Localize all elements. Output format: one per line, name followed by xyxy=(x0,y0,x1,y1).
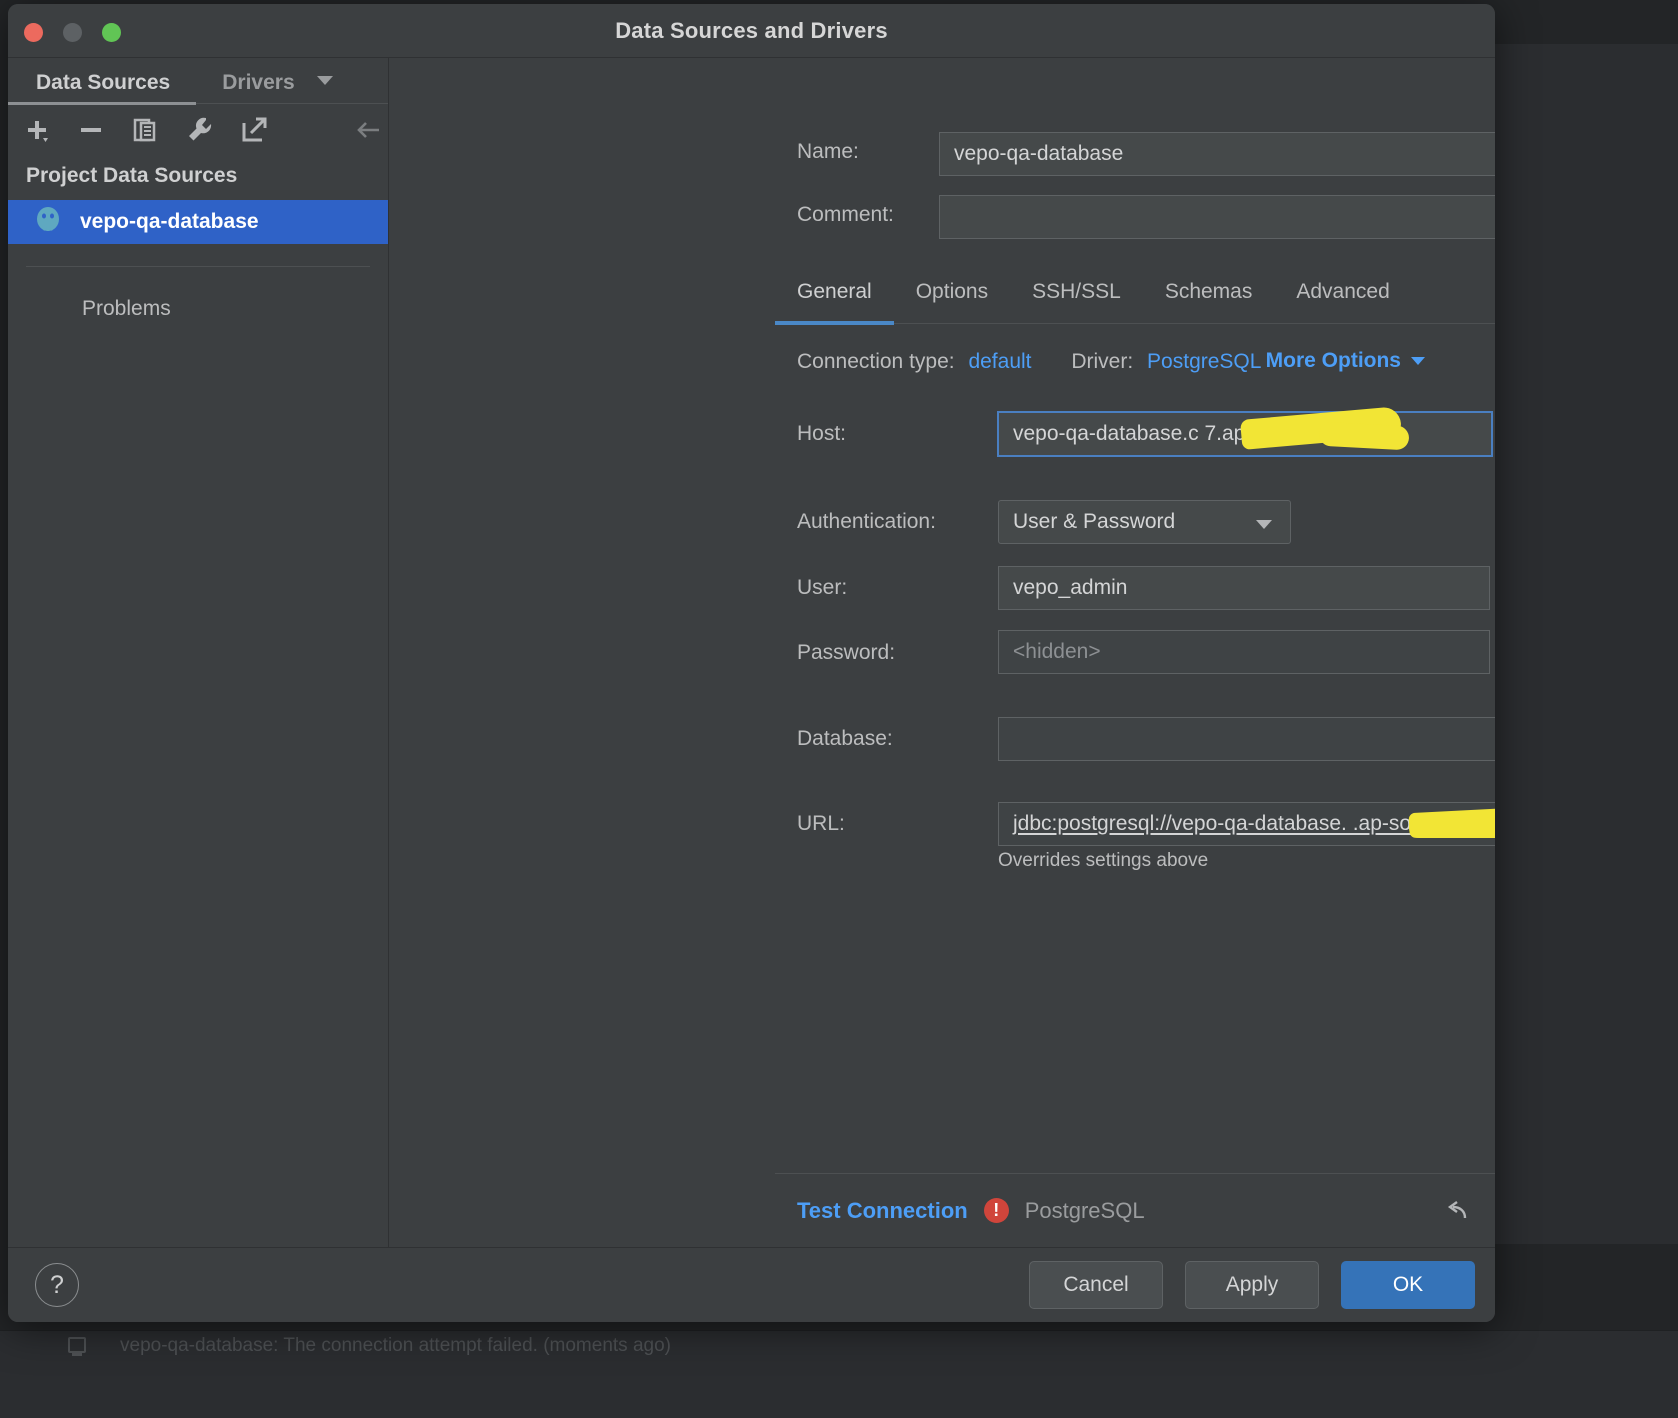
more-options-button[interactable]: More Options xyxy=(1266,349,1425,373)
comment-input[interactable] xyxy=(939,195,1495,239)
host-label: Host: xyxy=(797,422,847,445)
sidebar-item-label: vepo-qa-database xyxy=(80,210,259,233)
database-label: Database: xyxy=(797,727,893,750)
user-input-value: vepo_admin xyxy=(1013,576,1128,599)
user-label: User: xyxy=(797,576,848,599)
tab-drivers[interactable]: Drivers xyxy=(218,58,298,104)
authentication-value: User & Password xyxy=(1013,510,1176,533)
tab-schemas[interactable]: Schemas xyxy=(1143,270,1275,324)
comment-label: Comment: xyxy=(797,203,894,226)
url-hint: Overrides settings above xyxy=(998,850,1209,871)
url-input-value: jdbc:postgresql://vepo-qa-database. .ap-… xyxy=(1013,812,1495,835)
sidebar-section-title: Project Data Sources xyxy=(26,164,238,187)
tab-options[interactable]: Options xyxy=(894,270,1010,324)
dialog-body: Data Sources Drivers Project Data Source… xyxy=(8,58,1495,1247)
screen: vepo-qa-database: The connection attempt… xyxy=(0,0,1678,1418)
add-icon[interactable] xyxy=(22,113,56,147)
authentication-label: Authentication: xyxy=(797,510,936,533)
dialog-title: Data Sources and Drivers xyxy=(615,18,888,43)
more-options-label: More Options xyxy=(1265,349,1401,372)
share-icon[interactable] xyxy=(238,113,272,147)
test-driver-name: PostgreSQL xyxy=(1024,1197,1145,1223)
database-icon xyxy=(68,1337,86,1356)
dialog-footer: ? Cancel Apply OK xyxy=(8,1247,1495,1322)
host-input[interactable]: vepo-qa-database.c 7.ap-so xyxy=(997,411,1493,457)
tab-ssh-ssl[interactable]: SSH/SSL xyxy=(1010,270,1143,324)
sidebar-tabs: Data Sources Drivers xyxy=(8,58,388,105)
detail-panel: Name: vepo-qa-database Create DDL Mappin… xyxy=(389,58,1495,1247)
chevron-down-icon xyxy=(1256,520,1272,529)
database-input[interactable] xyxy=(998,717,1495,761)
name-label: Name: xyxy=(797,140,859,163)
cancel-button[interactable]: Cancel xyxy=(1029,1261,1163,1309)
remove-icon[interactable] xyxy=(76,113,110,147)
error-icon: ! xyxy=(983,1198,1009,1223)
ok-button[interactable]: OK xyxy=(1341,1261,1475,1309)
connection-type-value[interactable]: default xyxy=(968,350,1031,373)
password-placeholder: <hidden> xyxy=(1013,640,1101,663)
driver-value[interactable]: PostgreSQL xyxy=(1147,350,1261,373)
sidebar-item-vepo-qa-database[interactable]: vepo-qa-database xyxy=(8,200,388,244)
name-input-value: vepo-qa-database xyxy=(954,142,1124,165)
tab-data-sources[interactable]: Data Sources xyxy=(8,58,197,105)
chevron-down-icon[interactable] xyxy=(316,76,333,85)
driver-label: Driver: xyxy=(1071,350,1134,373)
revert-icon[interactable] xyxy=(1441,1196,1469,1224)
apply-button[interactable]: Apply xyxy=(1185,1261,1319,1309)
data-sources-dialog: Data Sources and Drivers Data Sources Dr… xyxy=(8,4,1495,1322)
connection-type-row: Connection type: default Driver: Postgre… xyxy=(797,350,1261,374)
footer-buttons: Cancel Apply OK xyxy=(1029,1261,1475,1309)
test-connection-bar: Test Connection ! PostgreSQL xyxy=(775,1173,1495,1247)
user-input[interactable]: vepo_admin xyxy=(998,566,1490,610)
connection-type-label: Connection type: xyxy=(797,350,955,373)
background-status-message: vepo-qa-database: The connection attempt… xyxy=(120,1335,671,1356)
back-arrow-icon[interactable] xyxy=(352,113,386,147)
sidebar: Data Sources Drivers Project Data Source… xyxy=(8,58,435,1247)
name-input[interactable]: vepo-qa-database xyxy=(939,132,1495,176)
background-ide-panel xyxy=(1495,44,1678,1244)
sidebar-toolbar xyxy=(8,104,435,156)
tab-general[interactable]: General xyxy=(775,270,894,325)
test-connection-link[interactable]: Test Connection xyxy=(797,1198,968,1224)
authentication-select[interactable]: User & Password xyxy=(998,500,1291,544)
help-button[interactable]: ? xyxy=(35,1263,79,1307)
host-input-value: vepo-qa-database.c 7.ap-so xyxy=(1013,422,1275,445)
copy-icon[interactable] xyxy=(130,113,164,147)
password-input[interactable]: <hidden> xyxy=(998,630,1490,674)
detail-tabs: General Options SSH/SSL Schemas Advanced xyxy=(775,270,1495,325)
sidebar-item-problems[interactable]: Problems xyxy=(8,267,388,321)
chevron-down-icon xyxy=(1411,357,1425,365)
url-input[interactable]: jdbc:postgresql://vepo-qa-database. .ap-… xyxy=(998,802,1495,846)
wrench-icon[interactable] xyxy=(184,113,218,147)
postgresql-elephant-icon xyxy=(34,205,62,239)
url-label: URL: xyxy=(797,812,845,835)
password-label: Password: xyxy=(797,641,896,664)
dialog-titlebar: Data Sources and Drivers xyxy=(8,4,1495,58)
tab-advanced[interactable]: Advanced xyxy=(1274,270,1411,324)
